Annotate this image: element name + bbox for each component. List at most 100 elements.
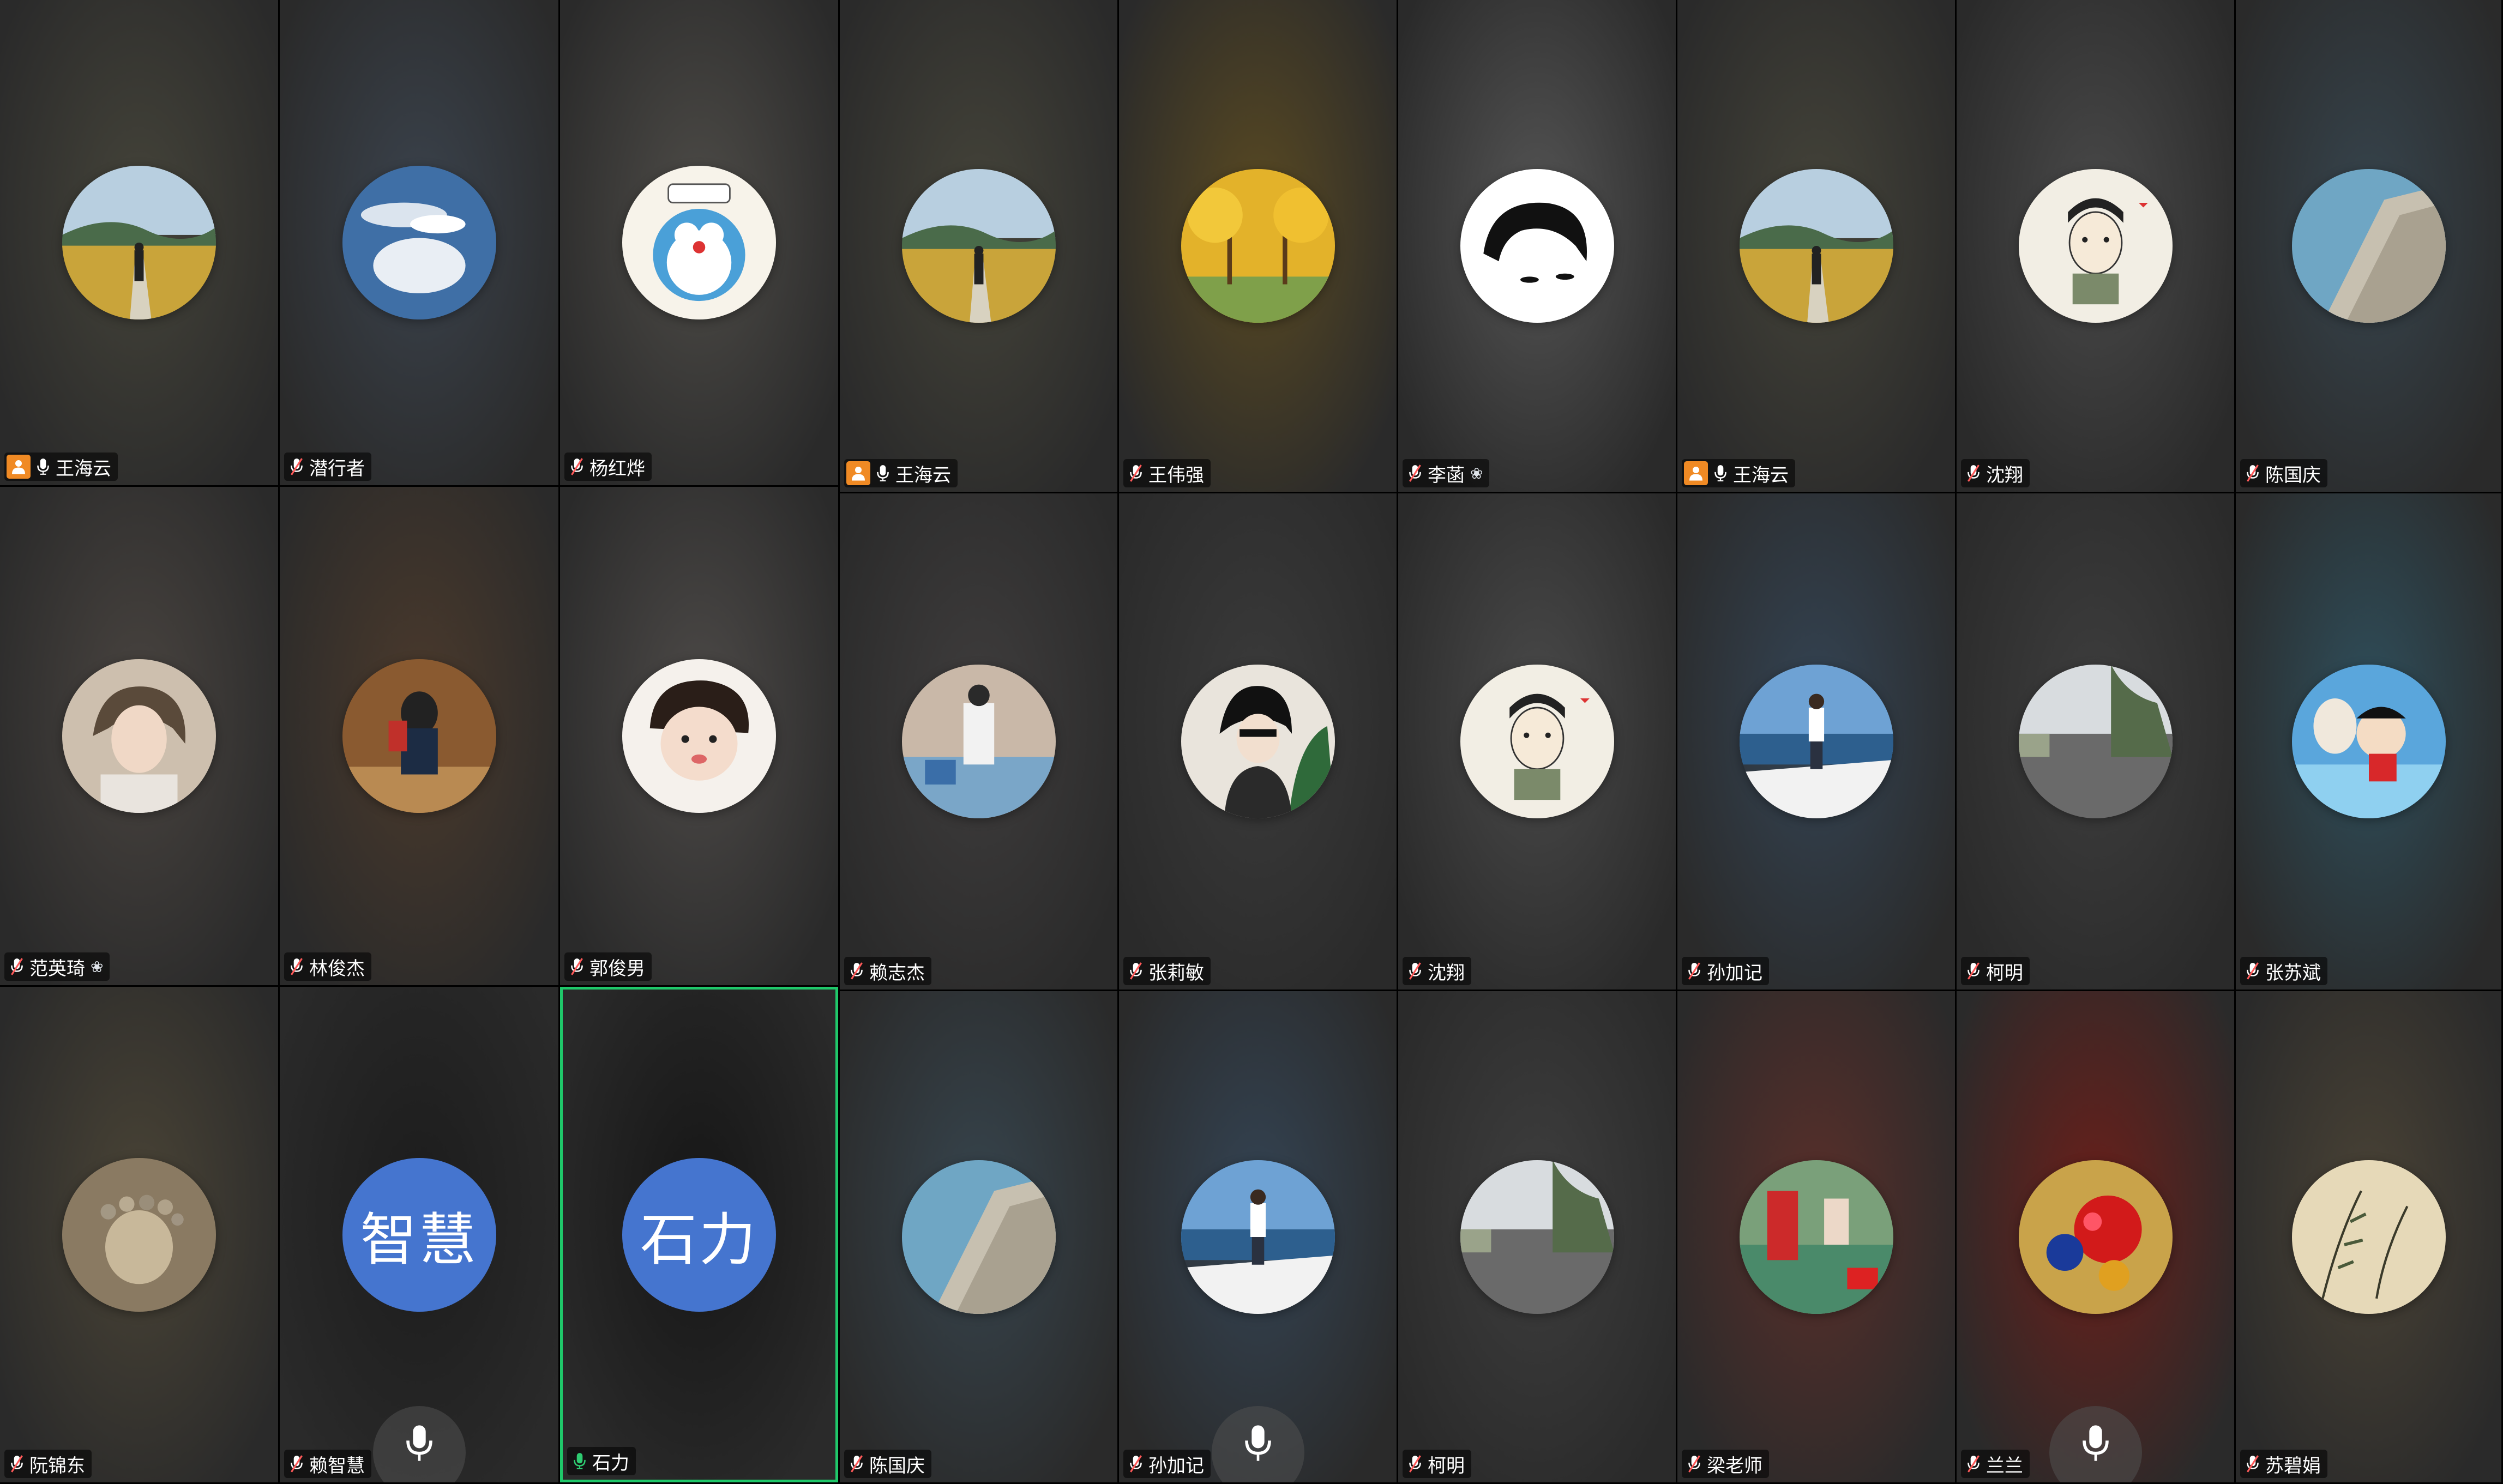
participant-tile[interactable]: 潜行者 — [280, 0, 558, 485]
avatar — [1460, 1160, 1614, 1314]
avatar — [62, 659, 216, 813]
muted-microphone-icon — [1407, 1453, 1423, 1475]
participant-name: 赖志杰 — [869, 962, 925, 984]
avatar — [2291, 1160, 2446, 1314]
avatar — [1460, 665, 1614, 818]
name-tag: 梁老师 — [1682, 1450, 1769, 1478]
muted-microphone-icon — [1965, 1453, 1982, 1475]
avatar — [2291, 665, 2446, 818]
muted-microphone-icon — [1128, 960, 1144, 982]
name-tag: 苏碧娟 — [2240, 1450, 2327, 1478]
participant-tile[interactable]: 陈国庆 — [2236, 0, 2501, 492]
name-tag: 范英琦 ❀ — [4, 952, 110, 981]
participant-name: 沈翔 — [1986, 464, 2023, 486]
name-tag: 李菡 ❀ — [1403, 459, 1490, 487]
participant-tile[interactable]: 孙加记 — [1119, 991, 1397, 1482]
muted-microphone-icon — [569, 956, 585, 978]
participant-tile[interactable]: 赖志杰 — [840, 493, 1117, 990]
participant-name: 王海云 — [56, 457, 111, 480]
name-tag: 王海云 — [4, 453, 118, 481]
name-tag: 赖志杰 — [844, 957, 931, 985]
name-tag: 石力 — [567, 1447, 636, 1475]
participant-name: 王海云 — [895, 464, 951, 486]
name-tag: 张苏斌 — [2240, 957, 2327, 985]
participant-name: 石力 — [592, 1452, 629, 1474]
avatar — [901, 169, 1056, 323]
speaking-microphone-icon — [2049, 1406, 2142, 1482]
name-tag: 陈国庆 — [844, 1450, 931, 1478]
name-tag: 郭俊男 — [564, 952, 652, 981]
name-tag: 兰兰 — [1961, 1450, 2030, 1478]
participant-tile[interactable]: 王伟强 — [1119, 0, 1397, 492]
name-tag: 王海云 — [1682, 459, 1795, 487]
avatar-initials: 石力 — [622, 1157, 776, 1312]
participant-tile[interactable]: 李菡 ❀ — [1398, 0, 1676, 492]
participant-name: 沈翔 — [1428, 962, 1465, 984]
muted-microphone-icon — [569, 456, 585, 478]
participant-tile[interactable]: 张苏斌 — [2236, 493, 2501, 990]
muted-microphone-icon — [2245, 960, 2261, 982]
participant-tile[interactable]: 陈国庆 — [840, 991, 1117, 1482]
muted-microphone-icon — [1686, 960, 1702, 982]
avatar — [901, 665, 1056, 818]
participant-tile[interactable]: 王海云 — [840, 0, 1117, 492]
participant-tile[interactable]: 柯明 — [1398, 991, 1676, 1482]
participant-name: 孙加记 — [1148, 1455, 1204, 1477]
avatar — [2018, 1160, 2173, 1314]
participant-tile[interactable]: 郭俊男 — [560, 487, 838, 985]
participant-tile[interactable]: 杨红烨 — [560, 0, 838, 485]
participant-tile[interactable]: 石力 石力 — [560, 987, 838, 1482]
microphone-icon — [35, 456, 51, 478]
participant-tile[interactable]: 张莉敏 — [1119, 493, 1397, 990]
participant-name: 王海云 — [1733, 464, 1789, 486]
avatar — [622, 659, 776, 813]
participant-tile[interactable]: 范英琦 ❀ — [0, 487, 278, 985]
name-tag: 沈翔 — [1961, 459, 2030, 487]
participant-tile[interactable]: 梁老师 — [1677, 991, 1955, 1482]
muted-microphone-icon — [849, 960, 865, 982]
muted-microphone-icon — [1407, 960, 1423, 982]
muted-microphone-icon — [288, 1453, 305, 1475]
participant-name: 阮锦东 — [29, 1455, 85, 1477]
participant-tile[interactable]: 柯明 — [1957, 493, 2234, 990]
avatar-initials: 智慧 — [342, 1157, 496, 1312]
participant-name: 张莉敏 — [1148, 962, 1204, 984]
participant-name: 林俊杰 — [309, 957, 365, 980]
avatar — [342, 166, 496, 319]
participant-tile[interactable]: 孙加记 — [1677, 493, 1955, 990]
name-tag: 柯明 — [1403, 1450, 1471, 1478]
name-tag: 林俊杰 — [284, 952, 371, 981]
avatar — [62, 1157, 216, 1312]
participant-tile[interactable]: 王海云 — [0, 0, 278, 485]
avatar — [1460, 169, 1614, 323]
participant-tile[interactable]: 沈翔 — [1398, 493, 1676, 990]
avatar — [62, 166, 216, 319]
participant-tile[interactable]: 智慧赖智慧 — [280, 987, 558, 1482]
muted-microphone-icon — [1686, 1453, 1702, 1475]
participant-tile[interactable]: 林俊杰 — [280, 487, 558, 985]
muted-microphone-icon — [9, 956, 25, 978]
participant-tile[interactable]: 王海云 — [1677, 0, 1955, 492]
participant-name: 苏碧娟 — [2265, 1455, 2321, 1477]
name-tag: 张莉敏 — [1123, 957, 1211, 985]
participant-name: 范英琦 — [29, 957, 85, 980]
name-tag: 阮锦东 — [4, 1450, 92, 1478]
host-icon — [7, 455, 31, 479]
participant-name: 孙加记 — [1707, 962, 1762, 984]
participant-name: 兰兰 — [1986, 1455, 2023, 1477]
avatar — [2018, 169, 2173, 323]
avatar — [901, 1160, 1056, 1314]
avatar — [1181, 169, 1335, 323]
participant-name: 赖智慧 — [309, 1455, 365, 1477]
muted-microphone-icon — [1965, 960, 1982, 982]
participant-tile[interactable]: 苏碧娟 — [2236, 991, 2501, 1482]
participant-name: 梁老师 — [1707, 1455, 1762, 1477]
participant-name: 柯明 — [1986, 962, 2023, 984]
participant-tile[interactable]: 阮锦东 — [0, 987, 278, 1482]
muted-microphone-icon — [288, 956, 305, 978]
name-tag: 孙加记 — [1682, 957, 1769, 985]
participant-tile[interactable]: 兰兰 — [1957, 991, 2234, 1482]
avatar — [342, 659, 496, 813]
participant-name: 柯明 — [1428, 1455, 1465, 1477]
participant-tile[interactable]: 沈翔 — [1957, 0, 2234, 492]
